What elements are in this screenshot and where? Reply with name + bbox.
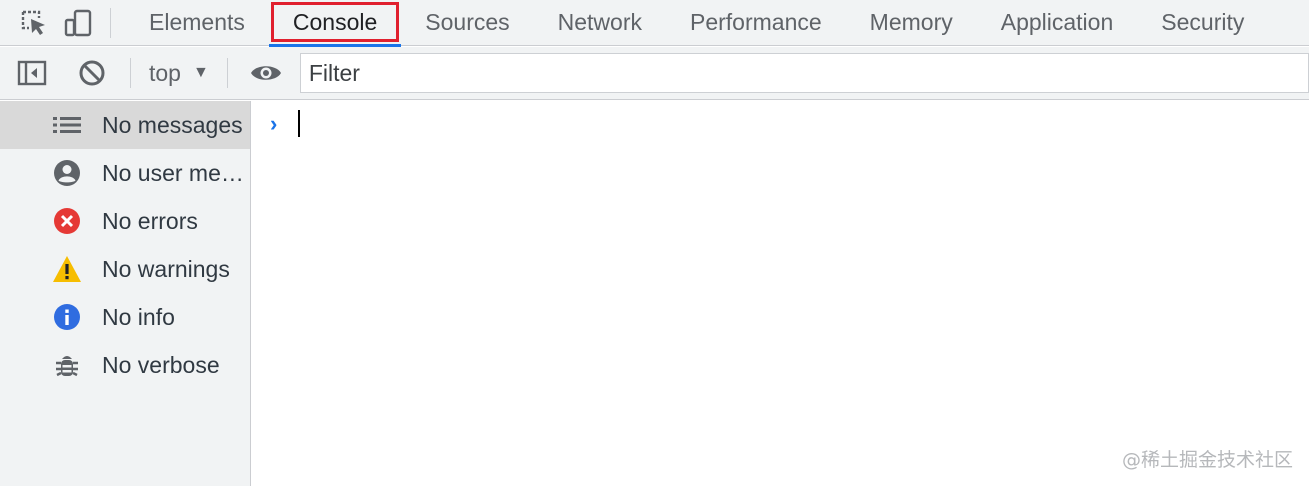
tab-label: Security: [1161, 9, 1245, 35]
info-icon: [52, 302, 82, 332]
tab-label: Network: [557, 9, 642, 35]
toolbar-divider: [226, 58, 228, 88]
filter-input[interactable]: Filter: [299, 53, 1309, 93]
tab-label: Sources: [425, 9, 510, 35]
tab-memory[interactable]: Memory: [846, 0, 977, 46]
clear-console-button[interactable]: [64, 47, 120, 100]
toolbar-divider: [110, 7, 111, 38]
console-toolbar: top ▼ Filter: [0, 47, 1309, 100]
sidebar-item-label: No warnings: [102, 255, 230, 282]
devtools-tabbar: Elements Console Sources Network Perform…: [0, 0, 1309, 47]
error-icon: [52, 206, 82, 236]
tab-sources[interactable]: Sources: [401, 0, 533, 46]
sidebar-toggle-icon: [17, 60, 47, 86]
console-output[interactable]: › @稀土掘金技术社区: [252, 101, 1309, 486]
device-toolbar-icon[interactable]: [56, 0, 100, 46]
tab-application[interactable]: Application: [977, 0, 1138, 46]
tab-elements[interactable]: Elements: [125, 0, 269, 46]
toolbar-divider: [130, 58, 131, 88]
warning-icon: [52, 254, 82, 284]
tab-security[interactable]: Security: [1137, 0, 1268, 46]
list-icon: [52, 110, 82, 140]
eye-icon: [250, 66, 281, 80]
dropdown-arrow-icon: ▼: [192, 64, 209, 81]
context-label: top: [149, 59, 181, 86]
sidebar-item-verbose[interactable]: No verbose: [0, 341, 250, 389]
context-selector[interactable]: top ▼: [141, 47, 217, 100]
panel-tabs: Elements Console Sources Network Perform…: [125, 0, 1268, 47]
toggle-sidebar-button[interactable]: [0, 47, 64, 100]
sidebar-item-label: No verbose: [102, 351, 220, 378]
user-icon: [52, 158, 82, 188]
clear-icon: [79, 60, 105, 86]
tab-console[interactable]: Console: [268, 0, 402, 47]
filter-placeholder: Filter: [308, 59, 360, 86]
tab-label: Application: [1000, 9, 1114, 35]
sidebar-item-label: No messages: [102, 111, 243, 138]
text-cursor: [298, 110, 300, 137]
sidebar-item-info[interactable]: No info: [0, 293, 250, 341]
bug-icon: [52, 350, 82, 380]
watermark: @稀土掘金技术社区: [1121, 449, 1293, 471]
sidebar-item-warnings[interactable]: No warnings: [0, 245, 250, 293]
sidebar-item-user-messages[interactable]: No user messages: [0, 149, 250, 197]
console-sidebar: No messages No user messages No errors: [0, 101, 251, 486]
sidebar-item-label: No errors: [102, 207, 198, 234]
tab-label: Console: [292, 9, 378, 35]
tab-network[interactable]: Network: [534, 0, 666, 46]
sidebar-item-messages[interactable]: No messages: [0, 101, 250, 149]
sidebar-item-label: No user messages: [102, 159, 244, 186]
prompt-chevron-icon: ›: [270, 111, 278, 136]
tab-label: Performance: [690, 9, 822, 35]
sidebar-item-label: No info: [102, 303, 175, 330]
tab-performance[interactable]: Performance: [666, 0, 846, 46]
tab-label: Memory: [869, 9, 953, 35]
inspect-element-icon[interactable]: [0, 0, 56, 46]
live-expression-button[interactable]: [238, 47, 294, 100]
sidebar-item-errors[interactable]: No errors: [0, 197, 250, 245]
tab-label: Elements: [149, 9, 245, 35]
